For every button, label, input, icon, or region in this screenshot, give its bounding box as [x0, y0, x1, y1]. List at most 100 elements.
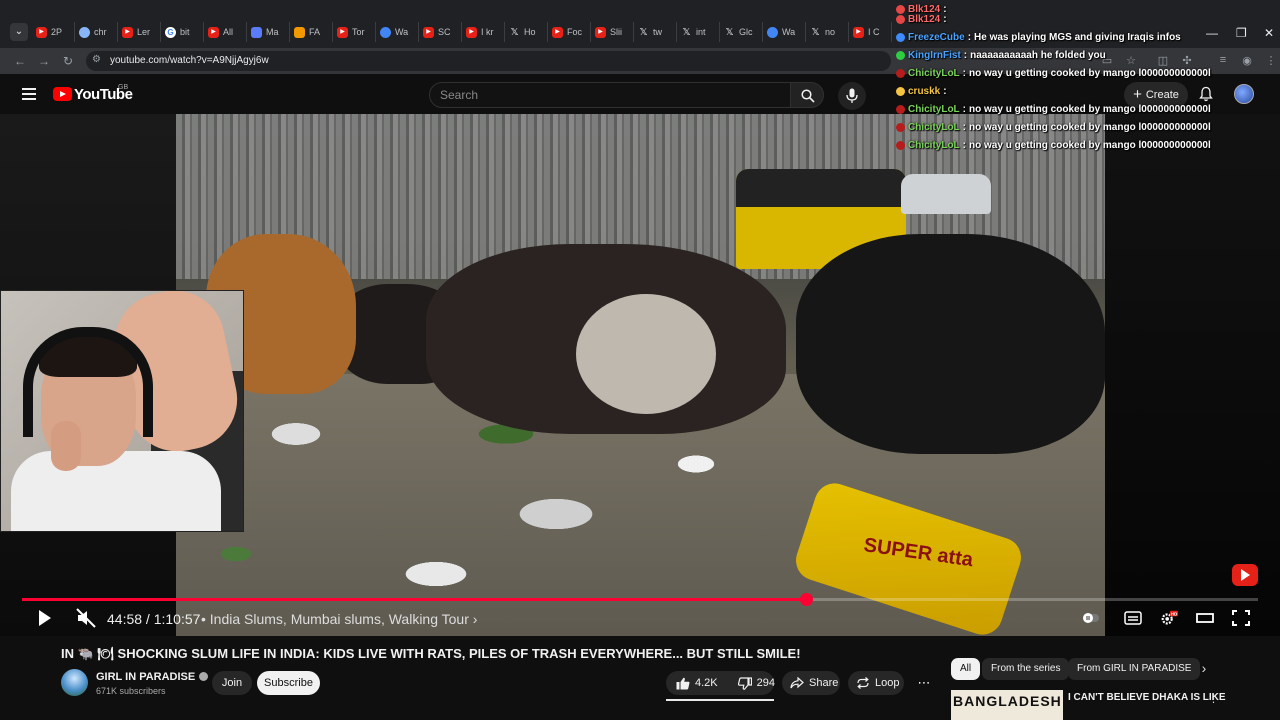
- reading-list-icon[interactable]: ≡: [1216, 54, 1230, 68]
- chat-username[interactable]: ChicityLoL: [908, 140, 960, 151]
- chat-username[interactable]: FreezeCube: [908, 32, 965, 43]
- browser-tab[interactable]: ▶ Tor: [333, 22, 376, 42]
- channel-avatar[interactable]: [61, 669, 88, 696]
- filter-chip[interactable]: All: [951, 658, 981, 680]
- browser-tab[interactable]: 𝕏no: [806, 22, 849, 42]
- chapter-title[interactable]: • India Slums, Mumbai slums, Walking Tou…: [201, 611, 477, 627]
- more-actions-button[interactable]: ⋯: [912, 671, 936, 695]
- chat-message: ChicityLoL: no way u getting cooked by ma…: [896, 64, 1211, 82]
- channel-name-row[interactable]: GIRL IN PARADISE: [96, 671, 209, 683]
- browser-tab[interactable]: ▶ 2P: [32, 22, 75, 42]
- chevron-right-icon[interactable]: ›: [1196, 660, 1212, 678]
- tab-search-button[interactable]: ⌄: [10, 23, 28, 41]
- search-input[interactable]: [440, 87, 770, 103]
- browser-tab[interactable]: ▶ Ler: [118, 22, 161, 42]
- share-arrow-icon: [790, 677, 804, 689]
- browser-tab[interactable]: Wa: [376, 22, 419, 42]
- reload-icon[interactable]: ↻: [60, 53, 76, 69]
- x-icon: 𝕏: [510, 26, 519, 38]
- chat-text: no way u getting cooked by mango l000000…: [969, 121, 1211, 133]
- share-button[interactable]: Share: [782, 671, 840, 695]
- account-avatar[interactable]: [1234, 84, 1254, 104]
- scrubber-handle[interactable]: [800, 593, 813, 606]
- chat-username[interactable]: KingIrnFist: [908, 50, 961, 61]
- theater-mode-icon[interactable]: [1196, 610, 1214, 626]
- x-icon: 𝕏: [811, 26, 820, 38]
- youtube-logo-icon[interactable]: [53, 87, 72, 101]
- autoplay-toggle-icon[interactable]: [1082, 610, 1100, 626]
- browser-tab[interactable]: ▶ Foc: [548, 22, 591, 42]
- web-icon: [767, 26, 778, 38]
- filter-chip[interactable]: From the series: [982, 658, 1070, 680]
- muted-speaker-icon[interactable]: [76, 608, 96, 628]
- tab-label: Glc: [739, 27, 753, 37]
- black-cow: [796, 234, 1105, 454]
- address-bar[interactable]: ⚙ youtube.com/watch?v=A9NjjAgyj6w: [86, 51, 891, 71]
- recommended-video-title[interactable]: I CAN'T BELIEVE DHAKA IS LIKE: [1068, 692, 1226, 703]
- like-dislike-group: 4.2K 294: [666, 671, 775, 695]
- browser-tab[interactable]: 𝕏tw: [634, 22, 677, 42]
- voice-search-button[interactable]: [838, 82, 866, 110]
- chat-message: KingIrnFist: naaaaaaaaaah he folded you: [896, 46, 1106, 64]
- chat-username[interactable]: ChicityLoL: [908, 68, 960, 79]
- browser-tab[interactable]: 𝕏 Glc: [720, 22, 763, 42]
- profile-icon[interactable]: ◉: [1240, 54, 1254, 68]
- like-button[interactable]: 4.2K: [666, 671, 728, 695]
- browser-tab[interactable]: chr: [75, 22, 118, 42]
- chat-text: no way u getting cooked by mango l000000…: [969, 139, 1211, 151]
- fullscreen-icon[interactable]: [1232, 610, 1250, 626]
- x-icon: 𝕏: [725, 26, 734, 38]
- forward-icon[interactable]: →: [36, 53, 52, 69]
- site-info-icon[interactable]: ⚙: [92, 54, 101, 65]
- browser-tab[interactable]: Ma: [247, 22, 290, 42]
- back-icon[interactable]: ←: [12, 53, 28, 69]
- chat-message: FreezeCube: He was playing MGS and giving…: [896, 28, 1181, 46]
- chat-badge-icon: [896, 122, 905, 132]
- browser-tab[interactable]: 𝕏 Ho: [505, 22, 548, 42]
- search-icon: [801, 89, 815, 103]
- browser-tab[interactable]: Gbit: [161, 22, 204, 42]
- play-button[interactable]: [36, 608, 54, 628]
- browser-tab[interactable]: ▶ Slii: [591, 22, 634, 42]
- channel-watermark-icon[interactable]: [1232, 564, 1258, 586]
- browser-tab[interactable]: ▶ All: [204, 22, 247, 42]
- chat-username[interactable]: ChicityLoL: [908, 104, 960, 115]
- browser-menu-icon[interactable]: ⋮: [1264, 54, 1278, 68]
- browser-tab[interactable]: ▶ I kr: [462, 22, 505, 42]
- chat-badge-icon: [896, 86, 905, 96]
- captions-icon[interactable]: [1124, 610, 1142, 626]
- browser-tab[interactable]: ▶ SC: [419, 22, 462, 42]
- channel-name[interactable]: GIRL IN PARADISE: [96, 671, 195, 683]
- restore-icon[interactable]: ❐: [1236, 26, 1247, 40]
- browser-tab[interactable]: ▶ I C: [849, 22, 892, 42]
- recommended-video-thumbnail[interactable]: BANGLADESH: [951, 690, 1063, 720]
- subscriber-count: 671K subscribers: [96, 686, 166, 696]
- chat-username[interactable]: Blk124: [908, 14, 940, 25]
- filter-chip[interactable]: From GIRL IN PARADISE: [1068, 658, 1201, 680]
- chat-username[interactable]: ChicityLoL: [908, 122, 960, 133]
- dislike-button[interactable]: 294: [728, 671, 785, 695]
- settings-gear-icon[interactable]: HD: [1160, 610, 1178, 626]
- browser-tab[interactable]: 𝕏int: [677, 22, 720, 42]
- chat-separator: :: [967, 31, 972, 43]
- video-frame[interactable]: SUPER atta: [176, 114, 1105, 636]
- chat-message: ChicityLoL: no way u getting cooked by ma…: [896, 100, 1211, 118]
- search-button[interactable]: [790, 82, 824, 108]
- minimize-icon[interactable]: —: [1206, 26, 1218, 40]
- youtube-icon: ▶: [466, 26, 477, 38]
- chat-text: no way u getting cooked by mango l000000…: [969, 67, 1211, 79]
- player-letterbox-right: [1105, 114, 1280, 636]
- close-window-icon[interactable]: ✕: [1264, 26, 1274, 40]
- subscribe-button[interactable]: Subscribe: [257, 671, 320, 695]
- headset-icon: [23, 327, 153, 437]
- join-button[interactable]: Join: [212, 671, 252, 695]
- loop-button[interactable]: Loop: [848, 671, 904, 695]
- share-label: Share: [809, 677, 839, 689]
- chat-username[interactable]: cruskk: [908, 86, 940, 97]
- recommended-video-menu-icon[interactable]: ⋮: [1208, 692, 1219, 705]
- guide-menu-icon[interactable]: [22, 88, 36, 100]
- browser-tab[interactable]: FA: [290, 22, 333, 42]
- progress-bar[interactable]: [22, 593, 1258, 606]
- browser-tab[interactable]: Wa: [763, 22, 806, 42]
- video-player[interactable]: SUPER atta 44:58 / 1:10:57 • India Slums…: [0, 114, 1280, 636]
